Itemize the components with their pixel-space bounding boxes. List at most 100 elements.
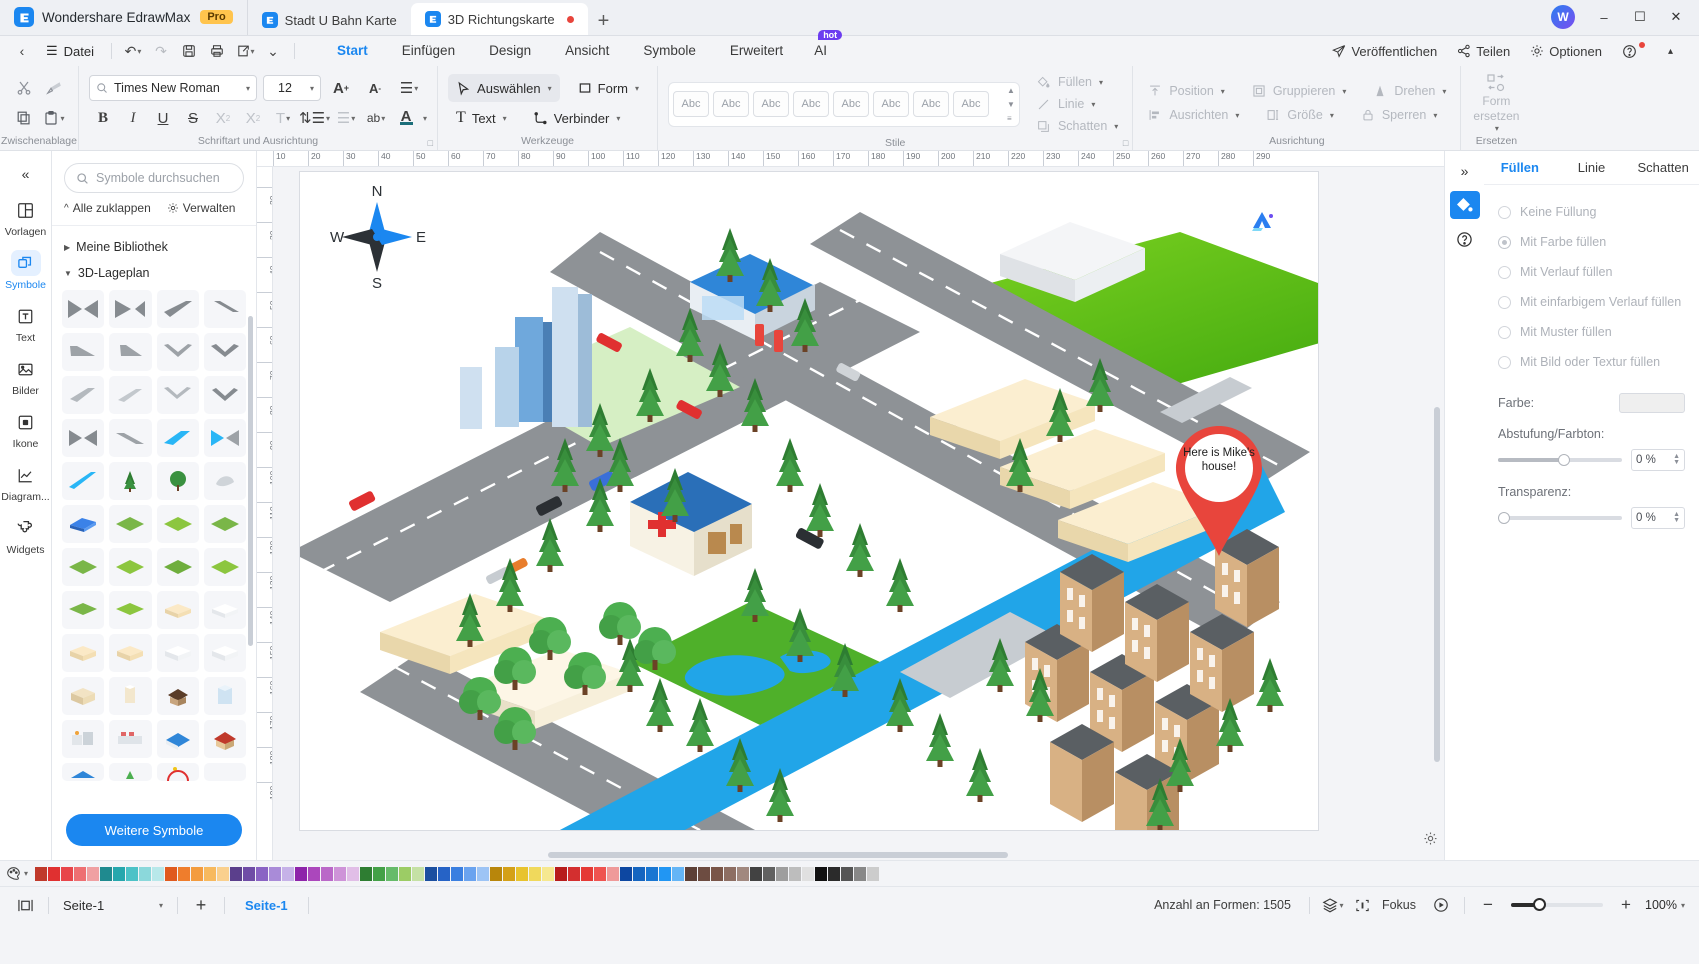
publish-button[interactable]: Veröffentlichen <box>1324 39 1445 63</box>
canvas-horizontal-scrollbar[interactable] <box>273 850 1428 860</box>
palette-swatch[interactable] <box>217 866 230 881</box>
new-tab-button[interactable]: + <box>588 11 620 35</box>
fill-option-mit-farbe-fuellen[interactable]: Mit Farbe füllen <box>1498 227 1685 257</box>
symbol-item[interactable] <box>203 505 246 543</box>
ribbon-tab-ansicht[interactable]: Ansicht <box>548 36 626 66</box>
paragraph-align-icon[interactable]: ☰ ▾ <box>395 74 423 102</box>
page-tab-seite-1[interactable]: Seite-1 <box>233 898 300 913</box>
style-chip[interactable]: Abc <box>833 91 870 117</box>
symbol-item[interactable] <box>62 548 105 586</box>
symbol-item[interactable] <box>62 462 105 500</box>
sidebar-item-bilder[interactable]: Bilder <box>3 350 49 401</box>
palette-swatch[interactable] <box>204 866 217 881</box>
canvas-settings-icon[interactable] <box>1423 831 1438 846</box>
style-chip[interactable]: Abc <box>793 91 830 117</box>
shade-slider[interactable] <box>1498 454 1622 466</box>
palette-swatch[interactable] <box>555 866 568 881</box>
symbol-item[interactable] <box>109 548 152 586</box>
palette-swatch[interactable] <box>438 866 451 881</box>
search-input[interactable]: Symbole durchsuchen <box>64 163 244 193</box>
tab-schatten[interactable]: Schatten <box>1627 160 1699 175</box>
symbol-item[interactable] <box>156 720 199 758</box>
symbol-item[interactable] <box>109 376 152 414</box>
symbol-item[interactable] <box>203 290 246 328</box>
palette-swatch[interactable] <box>867 866 880 881</box>
map-illustration[interactable] <box>300 172 1318 830</box>
palette-swatch[interactable] <box>399 866 412 881</box>
sidebar-item-text[interactable]: Text <box>3 297 49 348</box>
sidebar-item-widgets[interactable]: Widgets <box>3 509 49 560</box>
style-chip[interactable]: Abc <box>953 91 990 117</box>
symbol-item[interactable] <box>156 333 199 371</box>
palette-swatch[interactable] <box>724 866 737 881</box>
symbol-item[interactable] <box>156 677 199 715</box>
ribbon-tab-erweitert[interactable]: Erweitert <box>713 36 800 66</box>
gallery-up-icon[interactable]: ▲ <box>1007 86 1015 95</box>
doc-tab-stadt-u-bahn-karte[interactable]: Stadt U Bahn Karte <box>248 5 411 35</box>
palette-swatch[interactable] <box>360 866 373 881</box>
palette-swatch[interactable] <box>529 866 542 881</box>
canvas-scroll[interactable]: N S W E Here is Mike's house! <box>273 167 1444 860</box>
palette-swatch[interactable] <box>373 866 386 881</box>
palette-swatch[interactable] <box>685 866 698 881</box>
help-circle-icon[interactable] <box>1450 225 1480 253</box>
palette-swatch[interactable] <box>854 866 867 881</box>
fill-option-mit-bild-oder-textur-fuellen[interactable]: Mit Bild oder Textur füllen <box>1498 347 1685 377</box>
help-button[interactable] <box>1614 39 1656 63</box>
symbol-item[interactable] <box>156 290 199 328</box>
canvas-hscroll-thumb[interactable] <box>548 852 1008 858</box>
fill-option-mit-verlauf-fuellen[interactable]: Mit Verlauf füllen <box>1498 257 1685 287</box>
symbol-item[interactable] <box>109 505 152 543</box>
symbol-item[interactable] <box>62 763 105 781</box>
fill-option-keine-fuellung[interactable]: Keine Füllung <box>1498 197 1685 227</box>
symbol-item[interactable] <box>156 591 199 629</box>
palette-swatch[interactable] <box>581 866 594 881</box>
palette-swatch[interactable] <box>828 866 841 881</box>
map-callout[interactable]: Here is Mike's house! <box>1174 424 1264 559</box>
palette-swatch[interactable] <box>750 866 763 881</box>
palette-swatch[interactable] <box>815 866 828 881</box>
palette-swatch[interactable] <box>48 866 61 881</box>
style-chip[interactable]: Abc <box>913 91 950 117</box>
format-painter-icon[interactable] <box>40 74 68 102</box>
palette-swatch[interactable] <box>412 866 425 881</box>
vertical-ruler[interactable]: 20 30 40 50 60 70 80 90 100 110 120 130 140 150 160 170… <box>257 167 273 860</box>
tool-text-button[interactable]: T Text ▾ <box>448 104 515 132</box>
symbol-item[interactable] <box>203 677 246 715</box>
palette-swatch[interactable] <box>490 866 503 881</box>
symbol-item[interactable] <box>203 763 246 781</box>
ribbon-tab-ai[interactable]: AI hot <box>800 30 843 66</box>
manage-button[interactable]: Verwalten <box>167 201 235 215</box>
palette-swatch[interactable] <box>776 866 789 881</box>
symbol-item[interactable] <box>62 505 105 543</box>
palette-swatch[interactable] <box>269 866 282 881</box>
tool-shape-button[interactable]: Form ▾ <box>570 74 647 102</box>
transparency-slider[interactable] <box>1498 512 1622 524</box>
symbol-item[interactable] <box>203 634 246 672</box>
palette-swatch[interactable] <box>607 866 620 881</box>
palette-swatch[interactable] <box>477 866 490 881</box>
sidebar-item-diagramme[interactable]: Diagram... <box>1 456 50 507</box>
zoom-level[interactable]: 100% ▾ <box>1641 898 1689 912</box>
share-button[interactable]: Teilen <box>1449 39 1518 63</box>
symbol-item[interactable] <box>109 591 152 629</box>
shrink-font-icon[interactable]: A- <box>361 74 389 102</box>
drawing-page[interactable]: N S W E Here is Mike's house! <box>299 171 1319 831</box>
palette-swatch[interactable] <box>594 866 607 881</box>
symbol-item[interactable] <box>156 419 199 457</box>
layers-icon[interactable]: ▾ <box>1318 893 1348 917</box>
fill-option-mit-einfarbigem-verlauf-fuellen[interactable]: Mit einfarbigem Verlauf füllen <box>1498 287 1685 317</box>
collapse-ribbon-button[interactable]: ▴ <box>1660 39 1681 63</box>
save-icon[interactable] <box>175 39 203 63</box>
font-size-select[interactable]: 12 ▾ <box>263 75 321 101</box>
fill-option-mit-muster-fuellen[interactable]: Mit Muster füllen <box>1498 317 1685 347</box>
symbol-item[interactable] <box>156 763 199 781</box>
palette-swatch[interactable] <box>503 866 516 881</box>
stepper-down-icon[interactable]: ▼ <box>1673 459 1680 466</box>
collapse-all-button[interactable]: ^ Alle zuklappen <box>64 201 151 215</box>
palette-swatch[interactable] <box>295 866 308 881</box>
palette-swatch[interactable] <box>633 866 646 881</box>
style-chip[interactable]: Abc <box>713 91 750 117</box>
palette-swatch[interactable] <box>620 866 633 881</box>
palette-dropdown-icon[interactable]: ▾ <box>6 866 32 881</box>
